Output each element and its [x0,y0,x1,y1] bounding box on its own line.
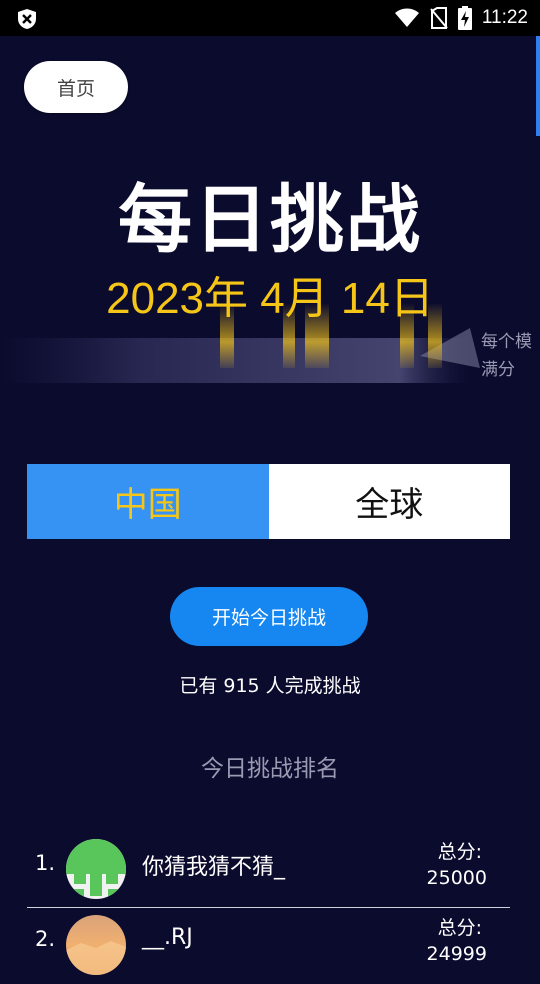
wifi-icon [394,8,419,27]
shield-icon [18,9,36,29]
home-button[interactable]: 首页 [24,61,128,113]
tab-global[interactable]: 全球 [268,464,510,539]
player-name: __.RJ [142,925,193,950]
scroll-indicator [536,36,540,136]
clock: 11:22 [481,7,528,28]
score-label: 总分: [437,917,482,939]
ranking-title: 今日挑战排名 [201,756,339,782]
stage-lights-decoration [0,303,480,383]
completed-count-text: 已有 915 人完成挑战 [179,675,361,697]
divider [27,907,510,908]
page-title: 每日挑战 [118,177,422,263]
score-value: 24999 [426,943,487,965]
player-name: 你猜我猜不猜_ [142,855,286,880]
avatar [66,839,126,899]
marquee-text: 每个模 满分 [481,332,532,380]
tab-china[interactable]: 中国 [27,464,269,539]
region-tabs: 中国 全球 [27,464,510,539]
score-value: 25000 [426,867,487,889]
ranking-row[interactable]: 1. 你猜我猜不猜_ 总分: 25000 [27,833,510,908]
avatar [66,915,126,975]
score-label: 总分: [437,841,482,863]
ranking-row[interactable]: 2. __.RJ 总分: 24999 [27,909,510,984]
battery-charging-icon [457,6,472,30]
no-sim-icon [430,7,448,29]
status-bar: 11:22 [0,0,540,36]
start-challenge-button[interactable]: 开始今日挑战 [170,587,368,646]
rank-number: 1. [35,851,56,875]
rank-number: 2. [35,927,56,951]
